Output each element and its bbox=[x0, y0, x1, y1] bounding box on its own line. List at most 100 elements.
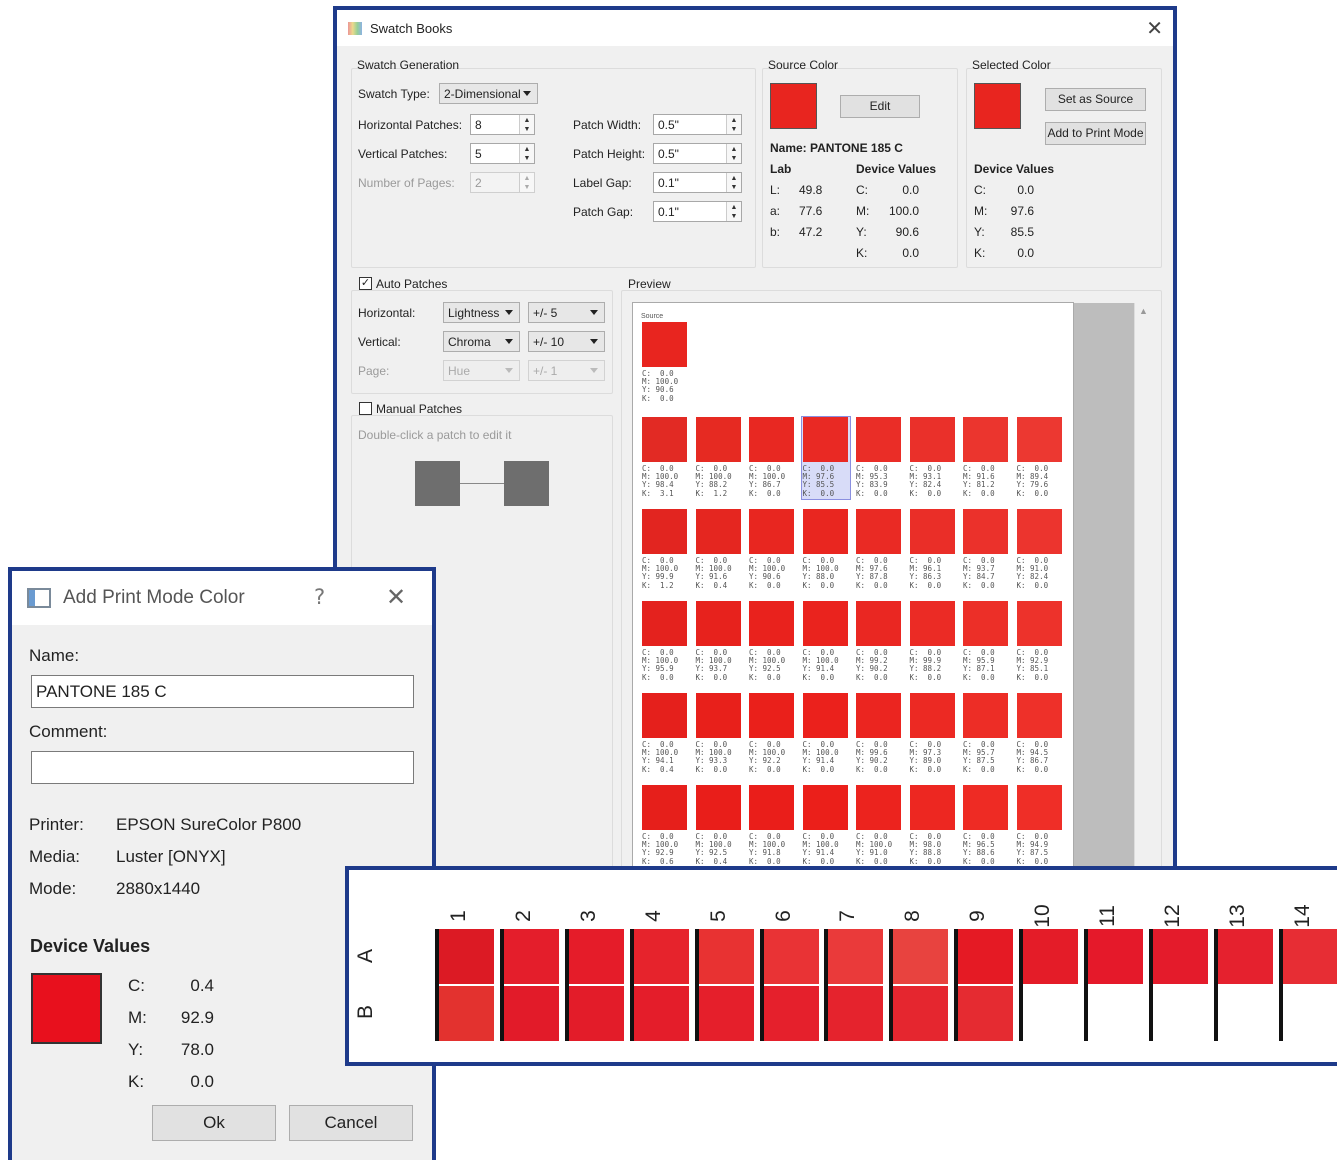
spinner-arrows-icon[interactable]: ▲ ▼ bbox=[726, 173, 741, 192]
comment-input[interactable] bbox=[31, 751, 414, 784]
chevron-down-icon bbox=[505, 368, 513, 373]
preview-patch[interactable]: C: 0.0 M: 100.0 Y: 91.6 K: 0.4 bbox=[695, 509, 743, 591]
preview-patch-color bbox=[963, 417, 1008, 462]
preview-patch[interactable]: C: 0.0 M: 100.0 Y: 91.4 K: 0.0 bbox=[802, 785, 850, 867]
manual-patches-checkbox[interactable] bbox=[359, 402, 372, 415]
preview-patch[interactable]: C: 0.0 M: 100.0 Y: 92.9 K: 0.6 bbox=[641, 785, 689, 867]
selected-device-header: Device Values bbox=[974, 162, 1055, 176]
target-patch-a bbox=[1020, 929, 1079, 984]
patch-width-spinner[interactable]: 0.5" ▲ ▼ bbox=[653, 114, 742, 135]
preview-patch[interactable]: C: 0.0 M: 91.6 Y: 81.2 K: 0.0 bbox=[962, 417, 1010, 499]
preview-patch-values: C: 0.0 M: 100.0 Y: 86.7 K: 0.0 bbox=[749, 464, 786, 498]
preview-patch[interactable]: C: 0.0 M: 100.0 Y: 91.4 K: 0.0 bbox=[802, 693, 850, 775]
preview-patch[interactable]: C: 0.0 M: 93.7 Y: 84.7 K: 0.0 bbox=[962, 509, 1010, 591]
print-mode-close-icon[interactable]: ✕ bbox=[386, 583, 406, 611]
auto-vertical-step-select[interactable]: +/- 10 bbox=[528, 331, 605, 352]
preview-patch[interactable]: C: 0.0 M: 100.0 Y: 94.1 K: 0.4 bbox=[641, 693, 689, 775]
auto-horizontal-step-select[interactable]: +/- 5 bbox=[528, 302, 605, 323]
preview-patch[interactable]: C: 0.0 M: 100.0 Y: 92.5 K: 0.0 bbox=[748, 601, 796, 683]
preview-patch[interactable]: C: 0.0 M: 100.0 Y: 91.0 K: 0.0 bbox=[855, 785, 903, 867]
preview-patch[interactable]: C: 0.0 M: 95.9 Y: 87.1 K: 0.0 bbox=[962, 601, 1010, 683]
spinner-arrows-icon[interactable]: ▲ ▼ bbox=[519, 115, 534, 134]
edit-source-button[interactable]: Edit bbox=[840, 95, 920, 118]
printer-label: Printer: bbox=[29, 815, 84, 834]
manual-patch-connector bbox=[460, 483, 504, 484]
help-icon[interactable]: ? bbox=[314, 585, 325, 609]
preview-patch[interactable]: C: 0.0 M: 100.0 Y: 92.2 K: 0.0 bbox=[748, 693, 796, 775]
patch-height-spinner[interactable]: 0.5" ▲ ▼ bbox=[653, 143, 742, 164]
print-mode-titlebar[interactable]: Add Print Mode Color bbox=[12, 571, 432, 625]
preview-patch[interactable]: C: 0.0 M: 95.7 Y: 87.5 K: 0.0 bbox=[962, 693, 1010, 775]
preview-patch[interactable]: C: 0.0 M: 97.6 Y: 87.8 K: 0.0 bbox=[855, 509, 903, 591]
preview-patch[interactable]: C: 0.0 M: 93.1 Y: 82.4 K: 0.0 bbox=[909, 417, 957, 499]
preview-patch[interactable]: C: 0.0 M: 100.0 Y: 91.4 K: 0.0 bbox=[802, 601, 850, 683]
preview-patch[interactable]: C: 0.0 M: 94.5 Y: 86.7 K: 0.0 bbox=[1016, 693, 1064, 775]
manual-patches-title: Manual Patches bbox=[376, 402, 463, 416]
patch-gap-spinner[interactable]: 0.1" ▲ ▼ bbox=[653, 201, 742, 222]
preview-patch[interactable]: C: 0.0 M: 92.9 Y: 85.1 K: 0.0 bbox=[1016, 601, 1064, 683]
preview-patch-values: C: 0.0 M: 96.1 Y: 86.3 K: 0.0 bbox=[909, 556, 942, 590]
preview-patch[interactable]: C: 0.0 M: 98.0 Y: 88.8 K: 0.0 bbox=[909, 785, 957, 867]
target-patch-b bbox=[955, 986, 1014, 1041]
preview-patch[interactable]: C: 0.0 M: 100.0 Y: 95.9 K: 0.0 bbox=[641, 601, 689, 683]
preview-patch[interactable]: C: 0.0 M: 89.4 Y: 79.6 K: 0.0 bbox=[1016, 417, 1064, 499]
preview-patch[interactable]: C: 0.0 M: 100.0 Y: 91.8 K: 0.0 bbox=[748, 785, 796, 867]
preview-patch-values: C: 0.0 M: 100.0 Y: 98.4 K: 3.1 bbox=[642, 464, 679, 498]
preview-patch[interactable]: C: 0.0 M: 97.3 Y: 89.0 K: 0.0 bbox=[909, 693, 957, 775]
label-gap-spinner[interactable]: 0.1" ▲ ▼ bbox=[653, 172, 742, 193]
preview-patch[interactable]: C: 0.0 M: 100.0 Y: 93.7 K: 0.0 bbox=[695, 601, 743, 683]
swatch-books-close-icon[interactable]: ✕ bbox=[1146, 16, 1163, 40]
swatch-type-select[interactable]: 2-Dimensional bbox=[439, 83, 538, 104]
number-of-pages-spinner: 2 ▲ ▼ bbox=[470, 172, 535, 193]
preview-patch[interactable]: C: 0.0 M: 96.5 Y: 88.6 K: 0.0 bbox=[962, 785, 1010, 867]
value-key: C: bbox=[128, 976, 145, 995]
preview-canvas[interactable]: Source C: 0.0 M: 100.0 Y: 90.6 K: 0.0 C:… bbox=[632, 302, 1074, 870]
target-patch-b bbox=[436, 986, 494, 1041]
preview-patch-values: C: 0.0 M: 93.7 Y: 84.7 K: 0.0 bbox=[963, 556, 995, 590]
preview-gray-area bbox=[1074, 303, 1134, 870]
preview-patch-values: C: 0.0 M: 91.6 Y: 81.2 K: 0.0 bbox=[963, 464, 995, 498]
preview-patch-values: C: 0.0 M: 96.5 Y: 88.6 K: 0.0 bbox=[963, 832, 995, 866]
preview-patch[interactable]: C: 0.0 M: 100.0 Y: 93.3 K: 0.0 bbox=[695, 693, 743, 775]
preview-patch[interactable]: C: 0.0 M: 100.0 Y: 92.5 K: 0.4 bbox=[695, 785, 743, 867]
preview-patch[interactable]: C: 0.0 M: 100.0 Y: 88.0 K: 0.0 bbox=[802, 509, 850, 591]
patch-gap-label: Patch Gap: bbox=[573, 205, 634, 219]
preview-patch[interactable]: C: 0.0 M: 100.0 Y: 86.7 K: 0.0 bbox=[748, 417, 796, 499]
cancel-button[interactable]: Cancel bbox=[289, 1105, 413, 1141]
preview-patch-color bbox=[695, 417, 741, 462]
auto-patches-checkbox[interactable]: ✓ bbox=[359, 277, 372, 290]
spinner-arrows-icon[interactable]: ▲ ▼ bbox=[726, 115, 741, 134]
manual-patch-right bbox=[504, 461, 549, 506]
spinner-arrows-icon[interactable]: ▲ ▼ bbox=[726, 202, 741, 221]
preview-source-patch[interactable] bbox=[642, 322, 687, 367]
auto-horizontal-mode-select[interactable]: Lightness bbox=[443, 302, 520, 323]
preview-patch[interactable]: C: 0.0 M: 99.9 Y: 88.2 K: 0.0 bbox=[909, 601, 957, 683]
preview-patch[interactable]: C: 0.0 M: 100.0 Y: 98.4 K: 3.1 bbox=[641, 417, 689, 499]
preview-patch[interactable]: C: 0.0 M: 100.0 Y: 88.2 K: 1.2 bbox=[695, 417, 743, 499]
spinner-arrows-icon[interactable]: ▲ ▼ bbox=[519, 144, 534, 163]
preview-patch[interactable]: C: 0.0 M: 91.0 Y: 82.4 K: 0.0 bbox=[1016, 509, 1064, 591]
preview-patch[interactable]: C: 0.0 M: 99.6 Y: 90.2 K: 0.0 bbox=[855, 693, 903, 775]
preview-patch[interactable]: C: 0.0 M: 94.9 Y: 87.5 K: 0.0 bbox=[1016, 785, 1064, 867]
ok-button[interactable]: Ok bbox=[152, 1105, 276, 1141]
preview-patch-color bbox=[642, 417, 687, 462]
vertical-patches-spinner[interactable]: 5 ▲ ▼ bbox=[470, 143, 535, 164]
add-to-print-mode-button[interactable]: Add to Print Mode bbox=[1045, 122, 1146, 145]
auto-vertical-mode-select[interactable]: Chroma bbox=[443, 331, 520, 352]
set-as-source-button[interactable]: Set as Source bbox=[1045, 88, 1146, 111]
preview-scrollbar[interactable]: ▲ bbox=[1134, 303, 1151, 870]
preview-patch[interactable]: C: 0.0 M: 100.0 Y: 90.6 K: 0.0 bbox=[748, 509, 796, 591]
preview-patch[interactable]: C: 0.0 M: 97.6 Y: 85.5 K: 0.0 bbox=[800, 416, 851, 500]
swatch-books-titlebar[interactable]: Swatch Books bbox=[337, 10, 1173, 46]
value-number: 0.0 bbox=[1017, 183, 1034, 197]
value-key: L: bbox=[770, 183, 781, 197]
horizontal-patches-spinner[interactable]: 8 ▲ ▼ bbox=[470, 114, 535, 135]
name-input[interactable]: PANTONE 185 C bbox=[31, 675, 414, 708]
spinner-arrows-icon[interactable]: ▲ ▼ bbox=[726, 144, 741, 163]
preview-patch[interactable]: C: 0.0 M: 100.0 Y: 99.9 K: 1.2 bbox=[641, 509, 689, 591]
value-number: 0.0 bbox=[1017, 246, 1034, 260]
scroll-up-icon[interactable]: ▲ bbox=[1139, 306, 1148, 316]
preview-patch[interactable]: C: 0.0 M: 95.3 Y: 83.9 K: 0.0 bbox=[855, 417, 903, 499]
preview-patch[interactable]: C: 0.0 M: 99.2 Y: 90.2 K: 0.0 bbox=[855, 601, 903, 683]
preview-patch[interactable]: C: 0.0 M: 96.1 Y: 86.3 K: 0.0 bbox=[909, 509, 957, 591]
